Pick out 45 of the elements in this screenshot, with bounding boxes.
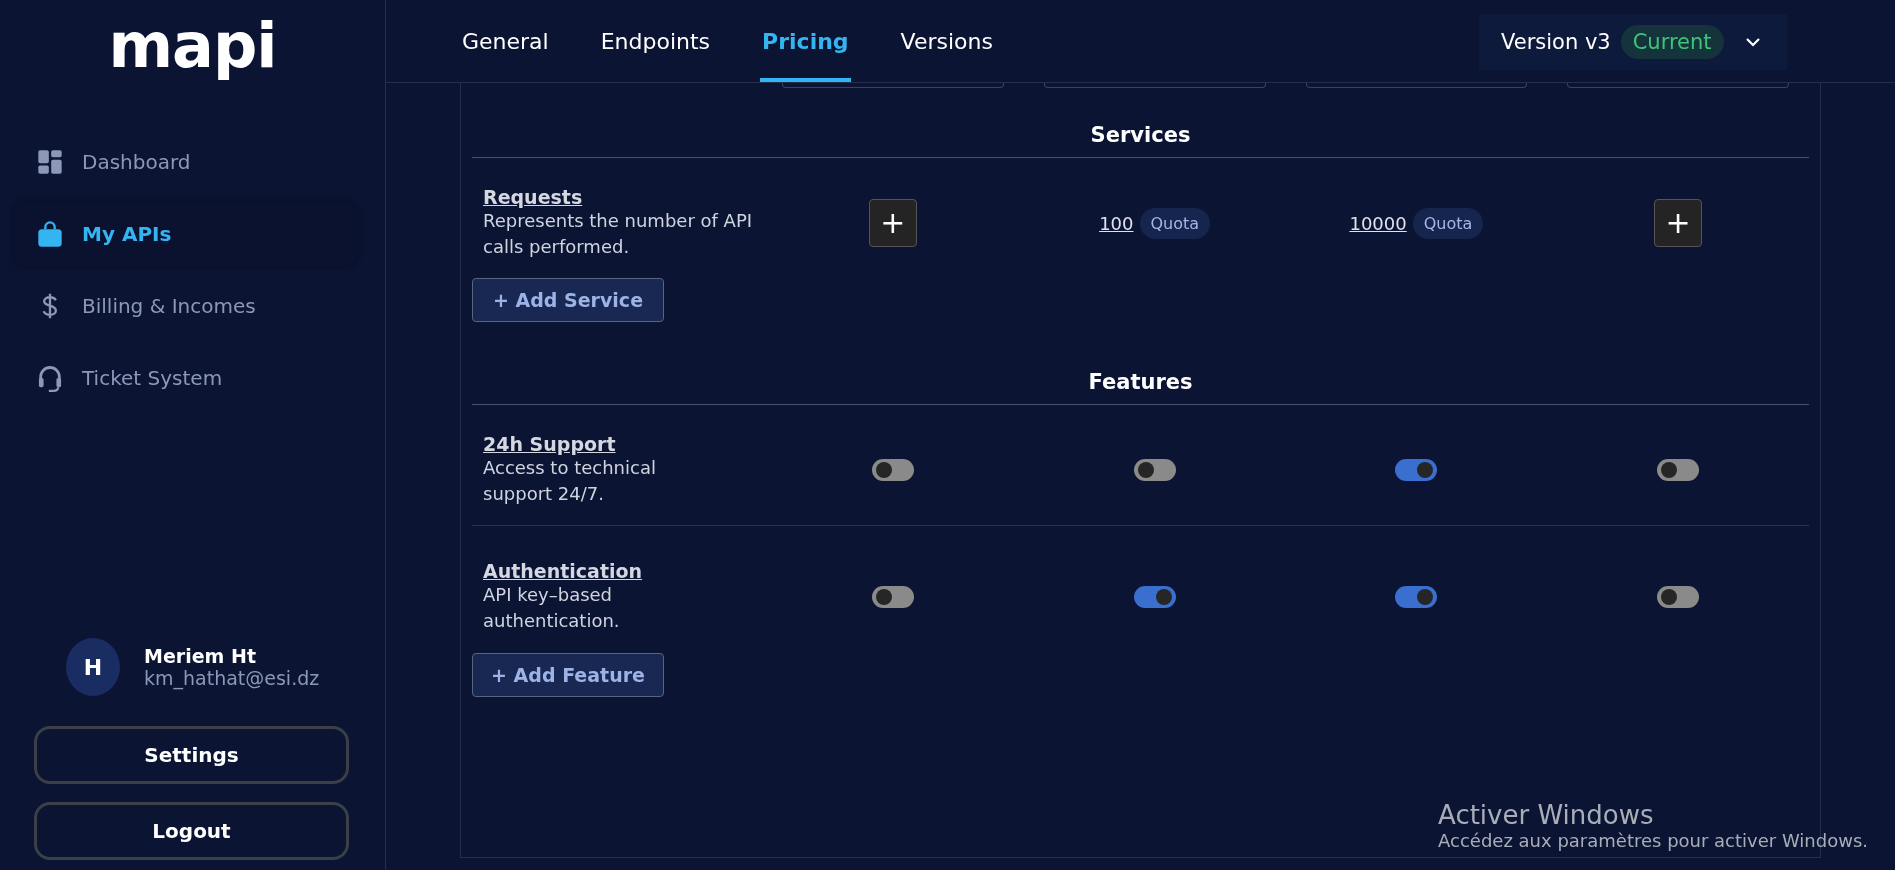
row-description: API key–based authentication. — [483, 583, 621, 634]
toggle-switch[interactable] — [1657, 459, 1700, 482]
activation-text: Accédez aux paramètres pour activer Windows. — [1438, 830, 1868, 851]
toggle-switch[interactable] — [1395, 459, 1438, 482]
row-description: Represents the number of API calls performed. — [483, 209, 754, 260]
toggle-switch[interactable] — [871, 459, 914, 482]
logo: mapi — [108, 12, 277, 81]
user-email: km_hathat@esi.dz — [144, 667, 320, 689]
avatar: H — [66, 638, 120, 696]
sidebar-item[interactable]: Ticket System — [14, 346, 357, 411]
sidebar-item[interactable]: Billing & Incomes — [14, 274, 357, 339]
add-feature-button[interactable]: + Add Feature — [472, 652, 664, 697]
row-description: Access to technical support 24/7. — [483, 456, 657, 507]
status-badge: Current — [1620, 25, 1724, 59]
sidebar-item[interactable]: My APIs — [14, 202, 357, 267]
tab[interactable]: Pricing — [760, 0, 851, 82]
tab[interactable]: Versions — [898, 0, 995, 82]
quota-badge: Quota — [1412, 207, 1484, 239]
add-button[interactable]: + — [868, 199, 917, 248]
tab[interactable]: Endpoints — [598, 0, 713, 82]
section-title: Features — [472, 334, 1809, 406]
dashboard-icon — [36, 148, 64, 177]
toggle-switch[interactable] — [1657, 586, 1700, 609]
bag-icon — [36, 220, 64, 249]
toggle-switch[interactable] — [1133, 459, 1176, 482]
quota-badge: Quota — [1139, 207, 1211, 239]
headset-icon — [36, 364, 64, 393]
sidebar-item[interactable]: Dashboard — [14, 130, 357, 195]
settings-button[interactable]: Settings — [34, 726, 349, 784]
row-title: Authentication — [483, 560, 644, 583]
row-title: Requests — [483, 186, 584, 208]
tab[interactable]: General — [460, 0, 551, 82]
toggle-switch[interactable] — [1395, 586, 1438, 609]
section-title: Services — [472, 87, 1809, 158]
version-dropdown[interactable]: Version v3 Current — [1479, 14, 1787, 70]
user-name: Meriem Ht — [144, 645, 257, 667]
quota-value[interactable]: 100 — [1099, 212, 1134, 234]
toggle-switch[interactable] — [1133, 586, 1176, 609]
row-title: 24h Support — [483, 433, 617, 456]
toggle-switch[interactable] — [871, 586, 914, 609]
activation-title: Activer Windows — [1438, 800, 1655, 830]
add-service-button[interactable]: + Add Service — [472, 278, 664, 323]
logout-button[interactable]: Logout — [34, 802, 349, 860]
add-button[interactable]: + — [1654, 199, 1703, 248]
quota-value[interactable]: 10000 — [1349, 212, 1407, 234]
